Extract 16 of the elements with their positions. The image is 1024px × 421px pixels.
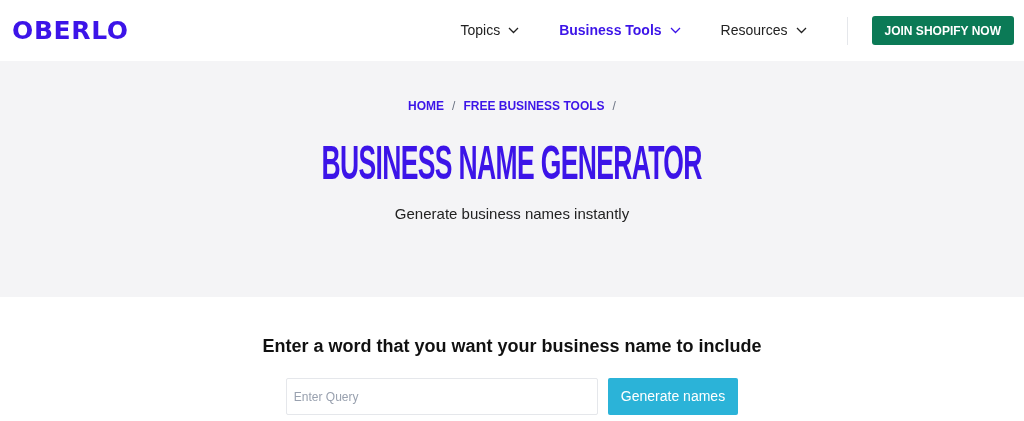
chevron-down-icon xyxy=(669,27,681,34)
form-heading: Enter a word that you want your business name to include xyxy=(262,335,762,358)
page-subtitle: Generate business names instantly xyxy=(394,204,630,224)
page-title: BUSINESS NAME GENERATOR xyxy=(321,133,703,190)
breadcrumb-separator: / xyxy=(452,98,456,115)
join-shopify-button[interactable]: JOIN SHOPIFY NOW xyxy=(871,16,1014,45)
nav-item[interactable]: Resources xyxy=(720,20,807,41)
breadcrumb-link[interactable]: HOME xyxy=(408,97,445,115)
breadcrumb-separator: / xyxy=(612,98,616,115)
nav-item[interactable]: Business Tools xyxy=(559,20,681,41)
nav-item[interactable]: Topics xyxy=(460,20,520,41)
chevron-down-icon xyxy=(795,27,807,34)
logo[interactable]: OBERLO xyxy=(12,11,129,50)
query-field[interactable]: Enter Query xyxy=(285,378,598,415)
chevron-down-icon xyxy=(508,27,520,34)
breadcrumb-link[interactable]: FREE BUSINESS TOOLS xyxy=(463,97,605,115)
